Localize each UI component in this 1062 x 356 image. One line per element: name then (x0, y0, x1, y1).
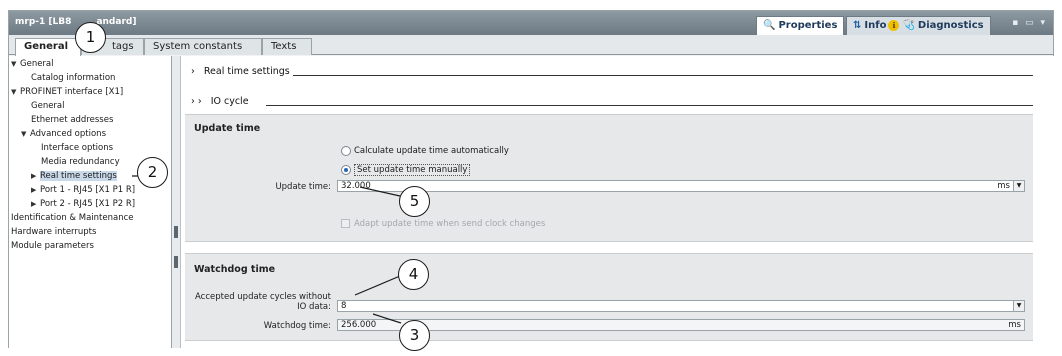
callout-5: 5 (399, 186, 430, 217)
callout-3: 3 (399, 320, 430, 351)
callout-2: 2 (137, 157, 168, 188)
callout-1: 1 (75, 22, 106, 53)
callout-4: 4 (398, 259, 429, 290)
